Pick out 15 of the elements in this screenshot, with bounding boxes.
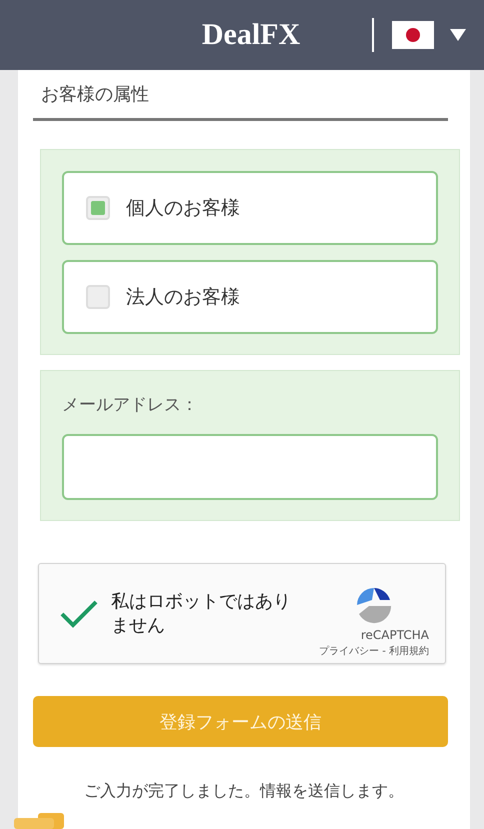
captcha-links[interactable]: プライバシー - 利用規約 [319,644,429,658]
checkbox[interactable] [59,598,99,630]
captcha-brand: reCAPTCHA [360,628,429,642]
captcha-label: 私はロボットではありません [111,590,292,637]
customer-type-option[interactable]: 個人のお客様 [62,171,438,245]
customer-type-option[interactable]: 法人のお客様 [62,260,438,334]
section-title: お客様の属性 [33,82,448,121]
logo: DealFX [200,18,302,52]
status-message: ご入力が完了しました。情報を送信します。 [83,781,405,802]
email-label: メールアドレス： [62,394,199,416]
checkbox[interactable] [86,285,110,309]
japan-flag-icon[interactable] [392,21,434,49]
dropdown-caret-icon[interactable] [450,29,466,41]
checkbox[interactable] [86,196,110,220]
email-field[interactable] [62,434,438,500]
